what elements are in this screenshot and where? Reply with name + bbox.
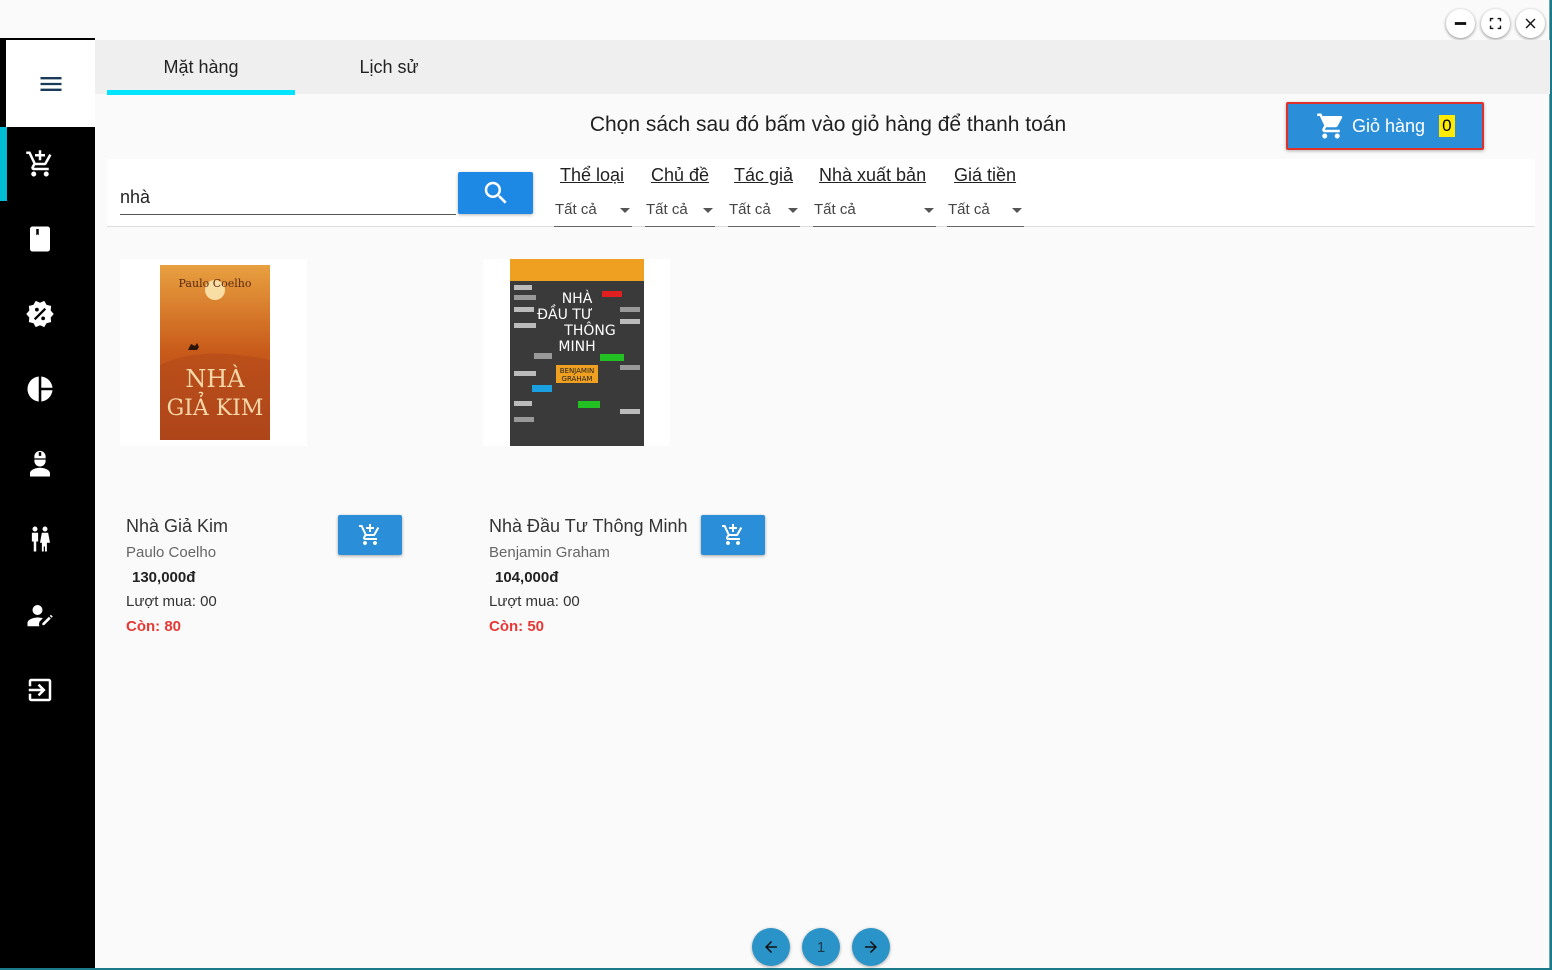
- filter-price-label[interactable]: Giá tiền: [954, 165, 1016, 186]
- product-thumbnail[interactable]: Paulo Coelho NHÀ GIẢ KIM: [120, 259, 307, 446]
- filter-category-value: Tất cả: [555, 201, 597, 218]
- filter-price-select[interactable]: Tất cả: [947, 199, 1024, 227]
- edit-user-icon: [27, 605, 53, 627]
- chevron-down-icon: [620, 208, 630, 213]
- minimize-icon: [1454, 22, 1467, 25]
- close-icon: [1525, 18, 1536, 29]
- customers-icon: [31, 526, 50, 552]
- add-cart-icon: [359, 524, 380, 545]
- add-to-cart-button[interactable]: [701, 515, 765, 555]
- product-stock: Còn: 50: [489, 618, 545, 635]
- product-name[interactable]: Nhà Giả Kim: [126, 516, 228, 537]
- filter-publisher-value: Tất cả: [814, 201, 856, 218]
- filter-panel: Thể loại Tất cả Chủ đề Tất cả Tác giả Tấ…: [107, 159, 1535, 227]
- search-icon: [484, 181, 507, 204]
- filter-publisher-select[interactable]: Tất cả: [813, 199, 936, 227]
- active-tab-indicator: [107, 90, 295, 95]
- close-button[interactable]: [1516, 9, 1545, 38]
- product-author: Benjamin Graham: [489, 544, 610, 561]
- add-cart-icon: [722, 524, 743, 545]
- cover-title-line3: THÔNG: [563, 321, 615, 339]
- chevron-down-icon: [703, 208, 713, 213]
- sidebar-item-statistics[interactable]: [20, 369, 60, 409]
- product-purchase-count: Lượt mua: 00: [489, 593, 580, 610]
- filter-author-value: Tất cả: [729, 201, 771, 218]
- next-page-button[interactable]: [852, 928, 890, 966]
- chevron-down-icon: [1012, 208, 1022, 213]
- employee-icon: [30, 450, 50, 477]
- filter-topic-select[interactable]: Tất cả: [645, 199, 715, 227]
- page-number-button[interactable]: 1: [802, 928, 840, 966]
- sidebar-item-books[interactable]: [20, 219, 60, 259]
- product-price: 130,000đ: [132, 569, 196, 586]
- filter-topic-value: Tất cả: [646, 201, 688, 218]
- product-purchase-count: Lượt mua: 00: [126, 593, 217, 610]
- sidebar-item-account[interactable]: [20, 595, 60, 635]
- search-button[interactable]: [458, 172, 533, 214]
- sidebar-item-sales[interactable]: [20, 144, 60, 184]
- book-icon: [30, 226, 50, 252]
- book-cover-image: NHÀ ĐẦU TƯ THÔNG MINH BENJAMIN GRAHAM: [510, 259, 644, 446]
- cover-title-line4: MINH: [558, 339, 595, 355]
- sidebar-item-employees[interactable]: [20, 444, 60, 484]
- filter-author-label[interactable]: Tác giả: [734, 165, 793, 186]
- fullscreen-icon: [1489, 17, 1502, 30]
- product-author: Paulo Coelho: [126, 544, 217, 561]
- cover-title-line1: NHÀ: [562, 290, 593, 307]
- sidebar-item-customers[interactable]: [20, 519, 60, 559]
- arrow-left-icon: [765, 941, 777, 953]
- product-price: 104,000đ: [495, 569, 559, 586]
- tab-products[interactable]: Mặt hàng: [107, 40, 295, 94]
- discount-icon: [26, 300, 54, 328]
- filter-publisher-label[interactable]: Nhà xuất bản: [819, 165, 926, 186]
- app-window: Mặt hàng Lịch sử Chọn sách sau đó bấm và…: [0, 0, 1550, 968]
- hamburger-icon: [40, 76, 61, 91]
- sidebar-item-promotions[interactable]: [20, 294, 60, 334]
- book-cover-image: Paulo Coelho NHÀ GIẢ KIM: [160, 265, 270, 440]
- prev-page-button[interactable]: [752, 928, 790, 966]
- product-stock: Còn: 80: [126, 618, 182, 635]
- cart-count-badge: 0: [1439, 115, 1455, 137]
- cover-title-line1: NHÀ: [185, 364, 245, 393]
- sidebar: [0, 38, 95, 968]
- add-to-cart-button[interactable]: [338, 515, 402, 555]
- cart-button[interactable]: Giỏ hàng 0: [1286, 102, 1484, 150]
- pie-chart-icon: [27, 376, 53, 402]
- cart-icon: [26, 150, 52, 177]
- filter-topic-label[interactable]: Chủ đề: [651, 165, 709, 186]
- menu-toggle-button[interactable]: [6, 40, 95, 127]
- shopping-cart-icon: [1317, 113, 1343, 139]
- active-indicator: [0, 127, 7, 201]
- cover-author-line1: BENJAMIN: [560, 367, 595, 375]
- cover-title-line2: ĐẦU TƯ: [537, 304, 593, 323]
- page-instruction: Chọn sách sau đó bấm vào giỏ hàng để tha…: [589, 113, 1067, 136]
- cover-author-line2: GRAHAM: [562, 375, 593, 383]
- product-thumbnail[interactable]: NHÀ ĐẦU TƯ THÔNG MINH BENJAMIN GRAHAM: [483, 259, 670, 446]
- logout-icon: [28, 678, 52, 702]
- product-name[interactable]: Nhà Đầu Tư Thông Minh: [489, 516, 688, 537]
- cart-label: Giỏ hàng: [1352, 115, 1426, 136]
- chevron-down-icon: [788, 208, 798, 213]
- filter-category-label[interactable]: Thể loại: [560, 165, 624, 186]
- tab-bar: Mặt hàng Lịch sử: [95, 40, 1550, 95]
- filter-price-value: Tất cả: [948, 201, 990, 218]
- search-input[interactable]: [120, 181, 456, 215]
- chevron-down-icon: [924, 208, 934, 213]
- maximize-button[interactable]: [1481, 9, 1510, 38]
- arrow-right-icon: [865, 941, 877, 953]
- tab-history[interactable]: Lịch sử: [295, 40, 483, 94]
- minimize-button[interactable]: [1446, 9, 1475, 38]
- sidebar-item-logout[interactable]: [20, 670, 60, 710]
- cover-author-text: Paulo Coelho: [179, 277, 252, 290]
- cover-title-line2: GIẢ KIM: [167, 391, 264, 421]
- filter-author-select[interactable]: Tất cả: [728, 199, 800, 227]
- window-controls: [1446, 9, 1545, 38]
- filter-category-select[interactable]: Tất cả: [554, 199, 632, 227]
